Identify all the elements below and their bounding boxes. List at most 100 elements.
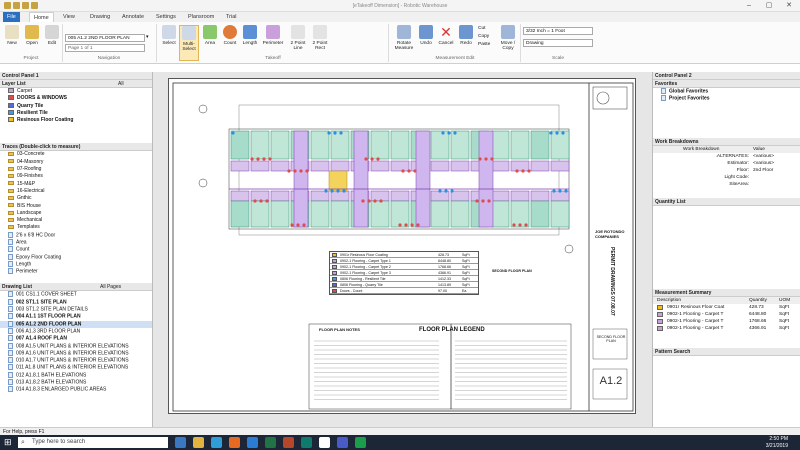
trace-item[interactable]: 16-Electrical (0, 188, 152, 195)
cut-button[interactable]: Cut (478, 26, 496, 31)
ms-row[interactable]: 0902-1 Flooring - Carpet T 4366.91 SqFt (653, 325, 800, 332)
file-explorer-icon[interactable] (193, 437, 204, 448)
tab-home[interactable]: Home (29, 12, 54, 22)
teams-icon[interactable] (337, 437, 348, 448)
paste-button[interactable]: Paste (478, 42, 496, 47)
trace-item[interactable]: 09-Finishes (0, 173, 152, 180)
trace-item[interactable]: 15-M&P (0, 181, 152, 188)
chevron-down-icon[interactable]: ▾ (146, 34, 153, 42)
tab-settings[interactable]: Settings (152, 12, 180, 22)
excel-icon[interactable] (265, 437, 276, 448)
floor-plan-svg[interactable] (169, 79, 637, 415)
trace-item[interactable]: BIS House (0, 203, 152, 210)
trace-item[interactable]: 03-Concrete (0, 151, 152, 158)
trace-item[interactable]: Length (0, 260, 152, 268)
task-view-icon[interactable] (175, 437, 186, 448)
word-icon[interactable] (247, 437, 258, 448)
layer-item[interactable]: Resinous Floor Coating (0, 117, 152, 124)
door-count-marker (438, 189, 442, 193)
wb-row[interactable]: Floor: 2nd Floor (653, 167, 800, 174)
copy-button[interactable]: Copy (478, 34, 496, 39)
ms-row[interactable]: 0902-1 Flooring - Carpet T 1768.66 SqFt (653, 318, 800, 325)
tab-trial[interactable]: Trial (222, 12, 241, 22)
maximize-icon[interactable]: ▢ (760, 1, 778, 11)
wb-row[interactable]: Estimator: <various> (653, 160, 800, 167)
layer-item[interactable]: Carpet (0, 88, 152, 95)
drawing-list-item[interactable]: 013 A1.8.2 BATH ELEVATIONS (0, 379, 152, 386)
drawing-list-item[interactable]: 012 A1.8.1 BATH ELEVATIONS (0, 371, 152, 379)
favorites-item[interactable]: Project Favorites (653, 95, 800, 102)
tab-file[interactable]: File (3, 12, 20, 22)
favorites-item[interactable]: Global Favorites (653, 88, 800, 95)
drawing-list-item[interactable]: 003 ST1.2 SITE PLAN DETAILS (0, 306, 152, 313)
door-count-marker (490, 157, 494, 161)
minimize-icon[interactable]: – (740, 1, 758, 11)
ms-quantity: 4366.91 (749, 325, 767, 331)
trace-item[interactable]: Count (0, 246, 152, 253)
drawing-list-item[interactable]: 006 A1.3 3RD FLOOR PLAN (0, 327, 152, 335)
scale-drawing-select[interactable]: Drawing (523, 39, 593, 47)
n-app-icon[interactable] (319, 437, 330, 448)
door-count-marker (518, 223, 522, 227)
edge-icon[interactable] (211, 437, 222, 448)
page-select[interactable]: Page 1 of 1 (65, 44, 145, 52)
favorite-icon (661, 88, 666, 94)
trace-item[interactable]: Mechanical (0, 217, 152, 224)
room-top (270, 130, 290, 160)
door-count-marker (253, 199, 257, 203)
onenote-icon[interactable] (301, 437, 312, 448)
taskbar-search-box[interactable]: ⌕ Type here to search (18, 437, 168, 448)
drawing-list-item[interactable]: 011 A1.8 UNIT PLANS & INTERIOR ELEVATION… (0, 364, 152, 371)
tab-drawing[interactable]: Drawing (86, 12, 114, 22)
tab-view[interactable]: View (59, 12, 79, 22)
drawing-list-item[interactable]: 001 CS1.1 COVER SHEET (0, 291, 152, 298)
drawing-sheet[interactable]: 0901r Resinous Floor Coating 428.73 SqFt 09… (168, 78, 636, 414)
trace-item[interactable]: Epoxy Floor Coating (0, 253, 152, 261)
drawing-label: 010 A1.7 UNIT PLANS & INTERIOR ELEVATION… (16, 357, 129, 364)
trace-item[interactable]: 2'6 x 6'8 HC Door (0, 231, 152, 239)
trace-item[interactable]: Templates (0, 224, 152, 231)
drawing-select[interactable]: 005 A1.2 2ND FLOOR PLAN (65, 34, 145, 42)
drawing-list-item[interactable]: 005 A1.2 2ND FLOOR PLAN (0, 320, 152, 328)
trace-item[interactable]: Perimeter (0, 268, 152, 275)
tab-annotate[interactable]: Annotate (118, 12, 148, 22)
layer-item[interactable]: Resilient Tile (0, 110, 152, 117)
etakeoff-icon[interactable] (355, 437, 366, 448)
drawing-list-item[interactable]: 008 A1.5 UNIT PLANS & INTERIOR ELEVATION… (0, 342, 152, 350)
ms-row[interactable]: 0901r Resinous Floor Coat 428.73 SqFt (653, 304, 800, 311)
trace-item[interactable]: 07-Roofing (0, 166, 152, 173)
quick-access-toolbar[interactable] (4, 2, 44, 10)
trace-item[interactable]: Area (0, 239, 152, 246)
powerpoint-icon[interactable] (283, 437, 294, 448)
wb-row[interactable]: SiteArea: (653, 181, 800, 188)
drawing-list-item[interactable]: 014 A1.8.3 ENLARGED PUBLIC AREAS (0, 386, 152, 393)
layer-item[interactable]: Quarry Tile (0, 103, 152, 110)
room-grid[interactable] (228, 128, 570, 230)
trace-item[interactable]: Landscape (0, 210, 152, 217)
drawing-filter[interactable]: All Pages (100, 283, 121, 291)
drawing-list-item[interactable]: 007 A1.4 ROOF PLAN (0, 335, 152, 342)
wb-row[interactable]: Light Code: (653, 174, 800, 181)
drawing-list-item[interactable]: 010 A1.7 UNIT PLANS & INTERIOR ELEVATION… (0, 357, 152, 364)
ms-row[interactable]: 0902-1 Flooring - Carpet T 6448.80 SqFt (653, 311, 800, 318)
drawing-list-item[interactable]: 009 A1.6 UNIT PLANS & INTERIOR ELEVATION… (0, 349, 152, 357)
wb-row[interactable]: .ALTERNATES: <various> (653, 153, 800, 160)
layer-item[interactable]: DOORS & WINDOWS (0, 95, 152, 102)
drawing-list-item[interactable]: 004 A1.1 1ST FLOOR PLAN (0, 313, 152, 320)
drawing-canvas[interactable]: 0901r Resinous Floor Coating 428.73 SqFt 09… (153, 72, 652, 427)
firefox-icon[interactable] (229, 437, 240, 448)
page-icon (8, 349, 13, 356)
ms-quantity: 6448.80 (749, 311, 767, 317)
windows-start-icon[interactable]: ⊞ (4, 438, 13, 447)
tab-plansroom[interactable]: Plansroom (184, 12, 218, 22)
layer-label: Resinous Floor Coating (17, 117, 74, 124)
close-icon[interactable]: ✕ (780, 1, 798, 11)
trace-item[interactable]: 04-Masonry (0, 159, 152, 166)
trace-item[interactable]: Gnthic (0, 195, 152, 202)
layer-filter[interactable]: All (118, 80, 124, 88)
drawing-list-item[interactable]: 002 ST1.1 SITE PLAN (0, 298, 152, 306)
door-count-marker (475, 199, 479, 203)
scale-select[interactable]: 3/32 Inch = 1 Foot (523, 27, 593, 35)
room-top (310, 130, 330, 160)
trace-label: 04-Masonry (17, 158, 44, 165)
